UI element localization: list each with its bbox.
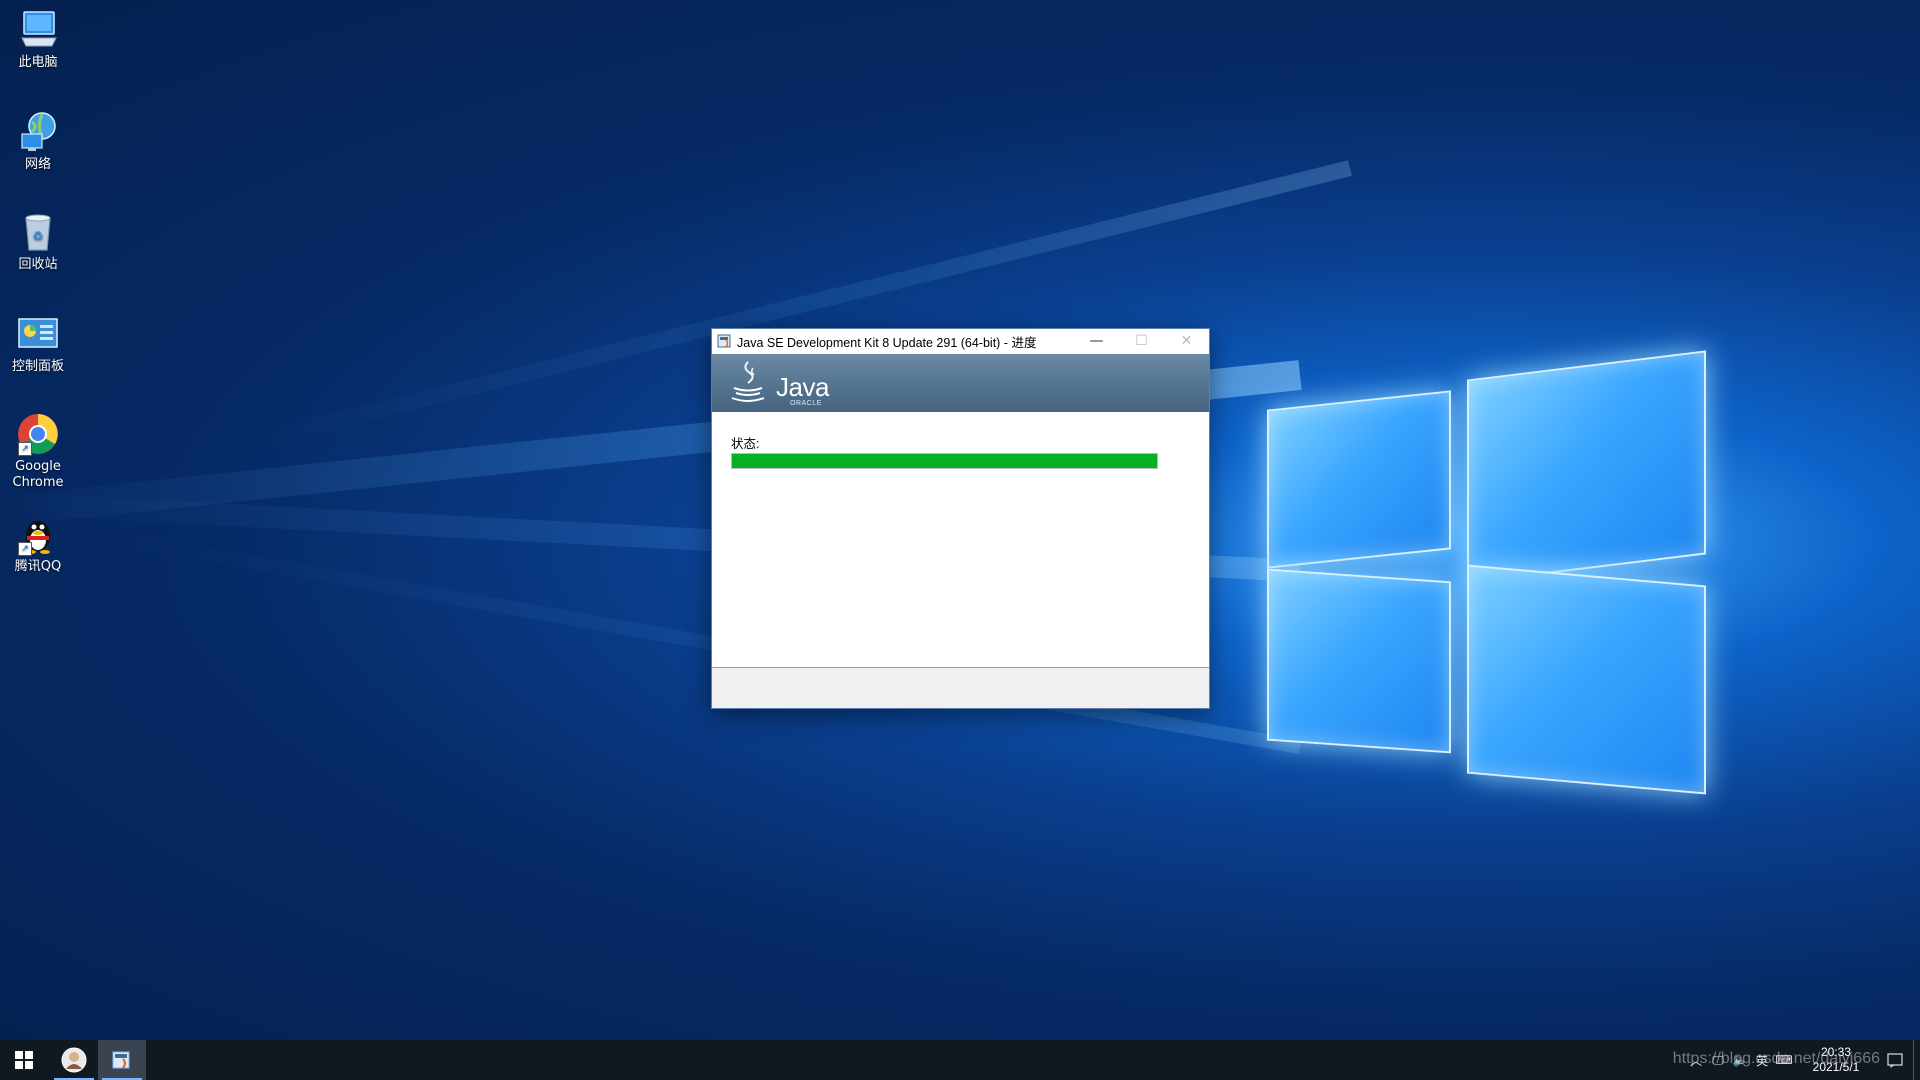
shortcut-arrow-icon: ↗ bbox=[18, 442, 32, 456]
shortcut-arrow-icon: ↗ bbox=[18, 542, 32, 556]
notification-center-icon[interactable] bbox=[1877, 1040, 1913, 1080]
show-desktop-button[interactable] bbox=[1913, 1040, 1920, 1080]
taskbar: ︿ 🖵 🔈 英 ⌨ 20:33 2021/5/1 bbox=[0, 1040, 1920, 1080]
recycle-bin-icon: ♻ bbox=[16, 210, 60, 254]
start-button[interactable] bbox=[0, 1040, 48, 1080]
desktop-icon-label: 腾讯QQ bbox=[14, 559, 62, 574]
desktop-icon-label: 控制面板 bbox=[11, 359, 64, 374]
desktop-icon-label: 回收站 bbox=[18, 257, 58, 272]
chrome-icon: ↗ bbox=[16, 412, 60, 456]
network-icon bbox=[16, 110, 60, 154]
taskbar-app-avatar[interactable] bbox=[50, 1040, 98, 1080]
control-panel-icon bbox=[16, 312, 60, 356]
desktop-icon-recycle-bin[interactable]: ♻ 回收站 bbox=[4, 210, 72, 273]
avatar-icon bbox=[61, 1047, 87, 1073]
java-banner: Java ORACLE bbox=[712, 354, 1209, 412]
this-pc-icon bbox=[16, 8, 60, 52]
watermark-text: https://blog.csdn.net/daiyi666 bbox=[1672, 1050, 1880, 1067]
desktop-icon-label: 网络 bbox=[24, 157, 51, 172]
qq-icon: ↗ bbox=[16, 512, 60, 556]
oracle-logo-text: ORACLE bbox=[790, 400, 822, 407]
installer-app-icon bbox=[717, 333, 733, 349]
desktop-icon-network[interactable]: 网络 bbox=[4, 110, 72, 173]
window-title: Java SE Development Kit 8 Update 291 (64… bbox=[737, 335, 1037, 350]
java-logo: Java ORACLE bbox=[728, 358, 829, 408]
maximize-button[interactable]: ☐ bbox=[1119, 329, 1164, 353]
windows-logo-wallpaper bbox=[1255, 345, 1715, 795]
java-installer-window[interactable]: Java SE Development Kit 8 Update 291 (64… bbox=[711, 328, 1210, 709]
windows-start-icon bbox=[15, 1051, 33, 1069]
desktop-icon-label-line2: Chrome bbox=[12, 475, 64, 490]
logo-pane bbox=[1467, 350, 1706, 584]
status-label: 状态: bbox=[731, 437, 760, 451]
desktop-icon-this-pc[interactable]: 此电脑 bbox=[4, 8, 72, 71]
svg-text:♻: ♻ bbox=[33, 229, 44, 243]
logo-pane bbox=[1467, 564, 1706, 795]
desktop-icon-label-line1: Google bbox=[15, 459, 61, 474]
progress-fill bbox=[732, 454, 1157, 468]
desktop-icon-control-panel[interactable]: 控制面板 bbox=[4, 312, 72, 375]
logo-pane bbox=[1267, 568, 1451, 754]
java-logo-text: Java bbox=[776, 372, 829, 402]
taskbar-app-java-installer[interactable] bbox=[98, 1040, 146, 1080]
desktop-icon-tencent-qq[interactable]: ↗ 腾讯QQ bbox=[4, 512, 72, 575]
desktop-icon-google-chrome[interactable]: ↗ Google Chrome bbox=[4, 412, 72, 491]
java-installer-taskbar-icon bbox=[112, 1051, 130, 1069]
logo-pane bbox=[1267, 390, 1451, 569]
close-button[interactable]: ✕ bbox=[1164, 329, 1209, 353]
desktop-icon-label: 此电脑 bbox=[18, 55, 58, 70]
minimize-button[interactable]: — bbox=[1074, 329, 1119, 353]
java-cup-icon bbox=[731, 361, 765, 402]
window-footer bbox=[712, 667, 1209, 708]
install-progress-bar bbox=[731, 453, 1158, 469]
window-titlebar[interactable]: Java SE Development Kit 8 Update 291 (64… bbox=[712, 329, 1209, 353]
